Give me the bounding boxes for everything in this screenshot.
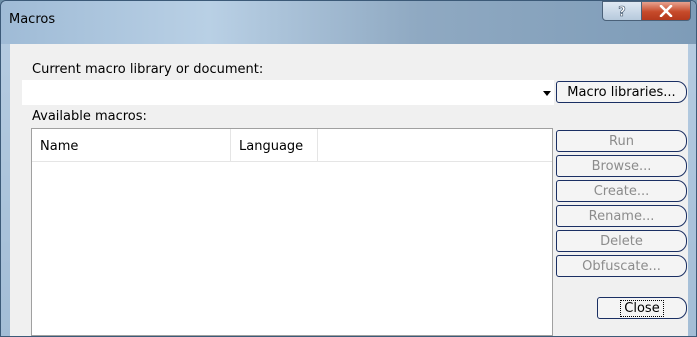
help-icon: ? bbox=[618, 5, 626, 18]
macros-list[interactable]: Name Language bbox=[31, 128, 553, 336]
obfuscate-button[interactable]: Obfuscate... bbox=[556, 255, 687, 277]
delete-button[interactable]: Delete bbox=[556, 230, 687, 252]
macros-dialog: Macros ? Current macro library or docume… bbox=[0, 0, 697, 337]
browse-button[interactable]: Browse... bbox=[556, 155, 687, 177]
window-title: Macros bbox=[9, 12, 56, 27]
help-button[interactable]: ? bbox=[602, 1, 642, 21]
close-button-label: Close bbox=[620, 299, 664, 317]
title-bar: Macros ? bbox=[1, 1, 696, 44]
macro-libraries-button[interactable]: Macro libraries... bbox=[556, 81, 687, 103]
close-window-button[interactable] bbox=[641, 1, 691, 21]
dropdown-arrow-icon[interactable] bbox=[543, 91, 551, 96]
column-header-language[interactable]: Language bbox=[231, 129, 318, 161]
create-button[interactable]: Create... bbox=[556, 180, 687, 202]
available-macros-label: Available macros: bbox=[32, 109, 147, 124]
run-button[interactable]: Run bbox=[556, 130, 687, 152]
rename-button[interactable]: Rename... bbox=[556, 205, 687, 227]
column-header-name[interactable]: Name bbox=[32, 129, 231, 161]
list-header: Name Language bbox=[32, 129, 552, 162]
svg-text:?: ? bbox=[618, 5, 626, 18]
current-library-label: Current macro library or document: bbox=[32, 62, 264, 77]
close-icon bbox=[659, 5, 673, 17]
close-button[interactable]: Close bbox=[597, 297, 687, 319]
current-library-combobox[interactable] bbox=[22, 80, 554, 105]
